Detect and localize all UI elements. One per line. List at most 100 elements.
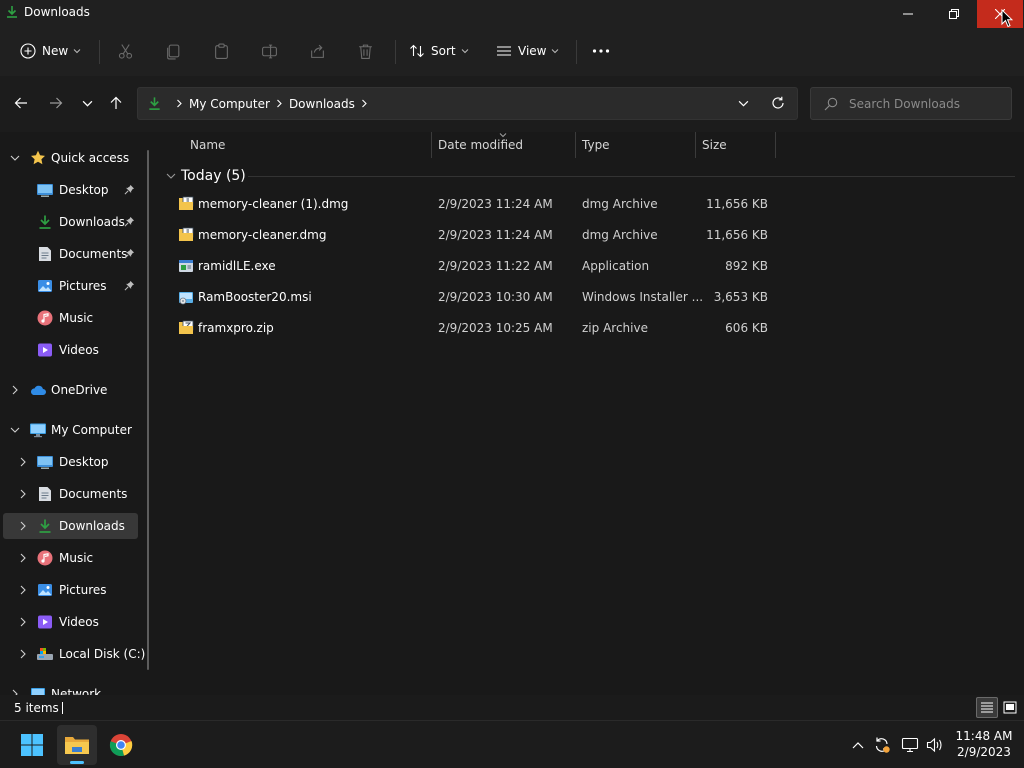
- column-divider[interactable]: [431, 132, 432, 158]
- file-row[interactable]: memory-cleaner.dmg 2/9/2023 11:24 AM dmg…: [160, 220, 1024, 250]
- pin-icon[interactable]: [124, 248, 135, 259]
- network-status-button[interactable]: [900, 735, 920, 755]
- sidebar-item-documents[interactable]: Documents: [3, 481, 138, 507]
- file-row[interactable]: memory-cleaner (1).dmg 2/9/2023 11:24 AM…: [160, 189, 1024, 219]
- chevron-right-icon[interactable]: [18, 649, 28, 659]
- view-button[interactable]: View: [496, 36, 559, 66]
- pin-icon[interactable]: [124, 280, 135, 291]
- thumbnail-view-icon: [1003, 701, 1017, 714]
- file-row[interactable]: ramidlLE.exe 2/9/2023 11:22 AM Applicati…: [160, 251, 1024, 281]
- column-header-size[interactable]: Size: [702, 132, 727, 158]
- copy-button[interactable]: [165, 36, 182, 66]
- close-button[interactable]: [977, 0, 1023, 28]
- breadcrumb-downloads[interactable]: Downloads: [289, 97, 355, 111]
- file-size: 606 KB: [725, 321, 768, 335]
- sidebar-item-network[interactable]: Network: [3, 681, 138, 695]
- chevron-down-icon[interactable]: [10, 425, 20, 435]
- file-row[interactable]: framxpro.zip 2/9/2023 10:25 AM zip Archi…: [160, 313, 1024, 343]
- pin-icon[interactable]: [124, 184, 135, 195]
- volume-button[interactable]: [925, 735, 945, 755]
- sidebar-item-desktop[interactable]: Desktop: [3, 449, 138, 475]
- sidebar-item-my-computer[interactable]: My Computer: [3, 417, 138, 443]
- taskbar-chrome[interactable]: [101, 725, 141, 765]
- sidebar-item-label: Pictures: [59, 583, 107, 597]
- update-status-button[interactable]: [872, 735, 892, 755]
- sidebar-item-quick-access[interactable]: Quick access: [3, 145, 138, 171]
- sort-button[interactable]: Sort: [409, 36, 469, 66]
- address-bar[interactable]: My Computer Downloads: [137, 87, 798, 120]
- search-input[interactable]: [849, 95, 1004, 113]
- star-icon: [29, 149, 47, 167]
- sidebar-item-pictures[interactable]: Pictures: [3, 577, 138, 603]
- up-button[interactable]: [105, 92, 127, 114]
- chevron-right-icon[interactable]: [18, 489, 28, 499]
- sidebar-item-pictures[interactable]: Pictures: [3, 273, 138, 299]
- cloud-icon: [29, 381, 47, 399]
- search-box[interactable]: [810, 87, 1012, 120]
- windows-logo-icon: [21, 734, 43, 756]
- column-divider[interactable]: [575, 132, 576, 158]
- cut-button[interactable]: [117, 36, 134, 66]
- file-name: ramidlLE.exe: [198, 259, 276, 273]
- thumbnail-view-button[interactable]: [999, 697, 1021, 718]
- column-divider[interactable]: [775, 132, 776, 158]
- view-list-icon: [497, 46, 511, 56]
- sidebar-item-videos[interactable]: Videos: [3, 337, 138, 363]
- sidebar-item-desktop[interactable]: Desktop: [3, 177, 138, 203]
- chevron-right-icon[interactable]: [18, 553, 28, 563]
- chevron-down-icon: [82, 100, 92, 107]
- column-header-type[interactable]: Type: [582, 132, 610, 158]
- paste-button[interactable]: [213, 36, 230, 66]
- show-hidden-icons-button[interactable]: [848, 735, 868, 755]
- speaker-icon: [926, 737, 942, 753]
- download-icon: [36, 213, 54, 231]
- rename-icon: [262, 44, 277, 58]
- chevron-right-icon[interactable]: [10, 385, 20, 395]
- divider: [395, 40, 396, 64]
- group-divider: [248, 176, 1015, 177]
- back-button[interactable]: [10, 92, 32, 114]
- more-options-button[interactable]: [592, 36, 610, 66]
- refresh-icon[interactable]: [771, 96, 785, 110]
- sidebar-item-onedrive[interactable]: OneDrive: [3, 377, 138, 403]
- start-button[interactable]: [12, 725, 52, 765]
- taskbar-clock[interactable]: 11:48 AM 2/9/2023: [948, 728, 1020, 760]
- file-row[interactable]: RamBooster20.msi 2/9/2023 10:30 AM Windo…: [160, 282, 1024, 312]
- chevron-down-icon[interactable]: [10, 153, 20, 163]
- group-header-today[interactable]: Today (5): [166, 166, 246, 186]
- sidebar-item-music[interactable]: Music: [3, 545, 138, 571]
- mouse-cursor-icon: [1001, 9, 1013, 28]
- chevron-right-icon[interactable]: [18, 585, 28, 595]
- breadcrumb-my-computer[interactable]: My Computer: [189, 97, 270, 111]
- chevron-down-icon: [166, 173, 176, 179]
- chevron-down-icon: [73, 49, 81, 54]
- download-icon: [149, 97, 160, 110]
- sidebar-item-local-disk[interactable]: Local Disk (C:): [3, 641, 145, 667]
- chevron-right-icon[interactable]: [18, 457, 28, 467]
- column-header-date-modified[interactable]: Date modified: [438, 132, 523, 158]
- sidebar-item-downloads-selected[interactable]: Downloads: [3, 513, 138, 539]
- restore-button[interactable]: [931, 0, 977, 28]
- scrollbar[interactable]: [147, 150, 149, 670]
- sidebar-item-music[interactable]: Music: [3, 305, 138, 331]
- minimize-button[interactable]: [885, 0, 931, 28]
- rename-button[interactable]: [261, 36, 278, 66]
- details-view-button[interactable]: [976, 697, 998, 718]
- sidebar-item-videos[interactable]: Videos: [3, 609, 138, 635]
- pin-icon[interactable]: [124, 216, 135, 227]
- new-button[interactable]: New: [20, 36, 81, 66]
- sidebar-item-downloads[interactable]: Downloads: [3, 209, 138, 235]
- column-header-name[interactable]: Name: [190, 132, 225, 158]
- delete-button[interactable]: [357, 36, 374, 66]
- forward-button[interactable]: [45, 92, 67, 114]
- recent-locations-button[interactable]: [76, 92, 98, 114]
- taskbar-file-explorer[interactable]: [57, 725, 97, 765]
- chevron-right-icon[interactable]: [18, 521, 28, 531]
- copy-icon: [167, 44, 180, 59]
- column-divider[interactable]: [695, 132, 696, 158]
- share-button[interactable]: [309, 36, 326, 66]
- chevron-right-icon[interactable]: [18, 617, 28, 627]
- chevron-down-icon[interactable]: [738, 98, 749, 109]
- sidebar-item-documents[interactable]: Documents: [3, 241, 138, 267]
- window-title: Downloads: [24, 5, 90, 19]
